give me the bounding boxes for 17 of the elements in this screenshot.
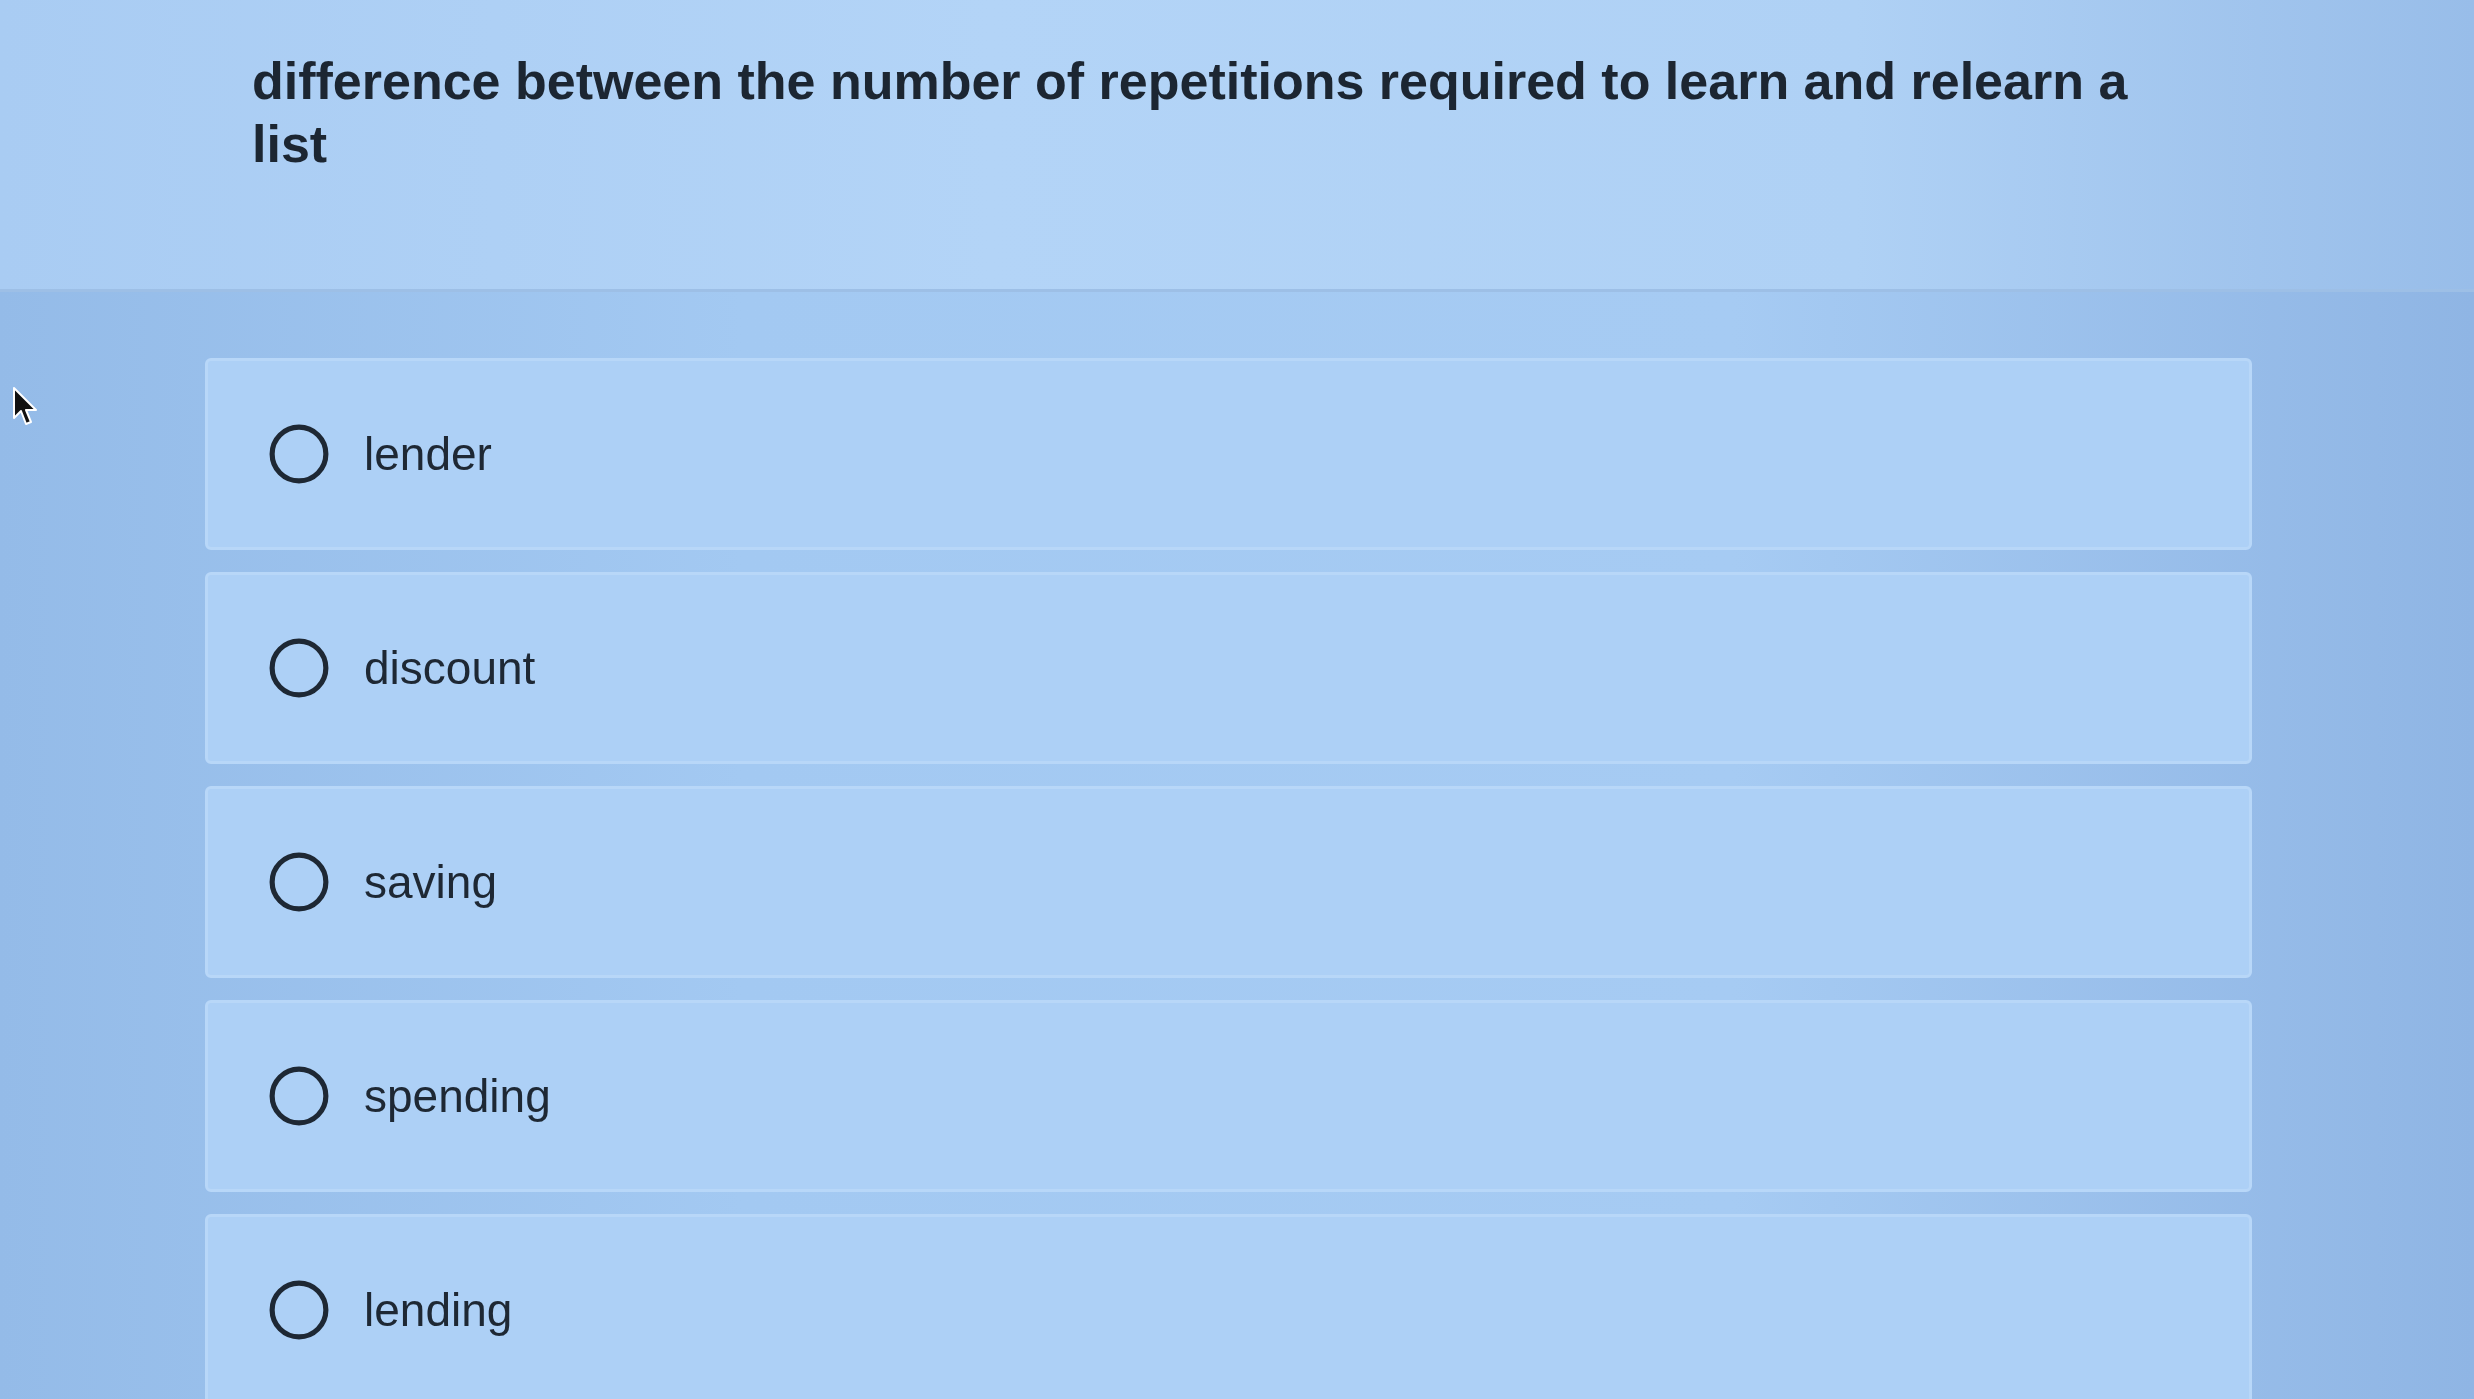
question-text: difference between the number of repetitions required to learn and relearn a list	[252, 51, 2129, 175]
answer-option[interactable]: saving	[205, 786, 2252, 978]
answer-option[interactable]: spending	[205, 1000, 2252, 1192]
option-label: lender	[364, 427, 492, 482]
option-label: lending	[364, 1283, 513, 1338]
mouse-pointer-icon	[12, 386, 40, 428]
radio-button[interactable]	[268, 1065, 330, 1127]
option-label: discount	[364, 641, 536, 696]
radio-button[interactable]	[268, 637, 330, 699]
option-label: saving	[364, 855, 497, 910]
answer-option[interactable]: lender	[205, 358, 2252, 550]
answer-option[interactable]: discount	[205, 572, 2252, 764]
radio-button[interactable]	[268, 851, 330, 913]
option-label: spending	[364, 1069, 551, 1124]
radio-button[interactable]	[268, 1279, 330, 1341]
answer-option[interactable]: lending	[205, 1214, 2252, 1399]
radio-button[interactable]	[268, 423, 330, 485]
